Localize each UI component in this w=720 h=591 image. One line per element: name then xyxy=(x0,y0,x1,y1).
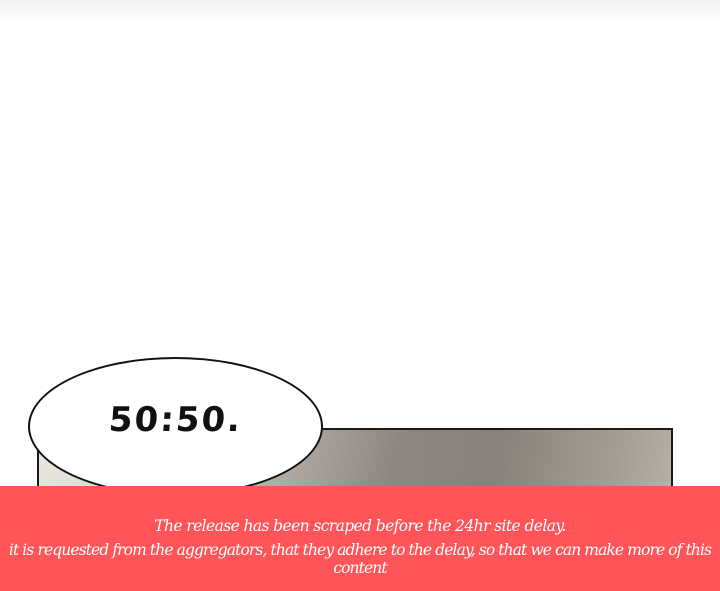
speech-bubble: 50:50. xyxy=(28,357,323,496)
scrape-notice-banner: The release has been scraped before the … xyxy=(0,486,720,591)
speech-bubble-text: 50:50. xyxy=(107,400,244,440)
top-edge-shade xyxy=(0,0,720,22)
notice-line-1: The release has been scraped before the … xyxy=(154,517,566,535)
notice-line-2: it is requested from the aggregators, th… xyxy=(8,541,712,577)
comic-page: 50:50. The release has been scraped befo… xyxy=(0,0,720,591)
